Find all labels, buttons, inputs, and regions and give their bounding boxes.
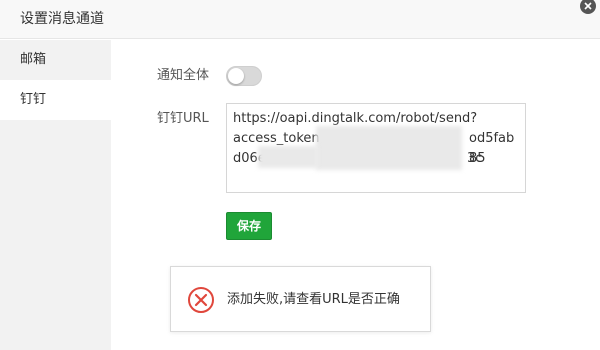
toggle-knob [228, 68, 244, 84]
redacted-token-mask [316, 126, 462, 170]
message-channel-dialog: 设置消息通道 邮箱 钉钉 通知全体 钉钉URL https://oapi.din… [0, 0, 600, 350]
url-line-3-suffix: 3c [467, 151, 483, 166]
toast-message: 添加失败,请查看URL是否正确 [227, 292, 400, 307]
close-button[interactable] [576, 0, 600, 18]
sidebar-item-email[interactable]: 邮箱 [0, 40, 111, 80]
notify-all-toggle[interactable] [226, 66, 262, 86]
dingtalk-url-label: 钉钉URL [157, 111, 209, 126]
notify-all-label: 通知全体 [157, 68, 210, 83]
save-button[interactable]: 保存 [226, 212, 272, 240]
redacted-token-mask [258, 146, 318, 168]
dialog-titlebar: 设置消息通道 [0, 0, 600, 39]
sidebar-item-label: 邮箱 [20, 52, 47, 67]
sidebar-item-label: 钉钉 [20, 92, 47, 107]
error-circle-icon [188, 287, 214, 313]
close-icon [580, 0, 596, 14]
sidebar-item-dingtalk[interactable]: 钉钉 [0, 80, 111, 120]
sidebar: 邮箱 钉钉 [0, 40, 111, 350]
dialog-title: 设置消息通道 [20, 11, 104, 27]
error-toast: 添加失败,请查看URL是否正确 [170, 266, 431, 332]
